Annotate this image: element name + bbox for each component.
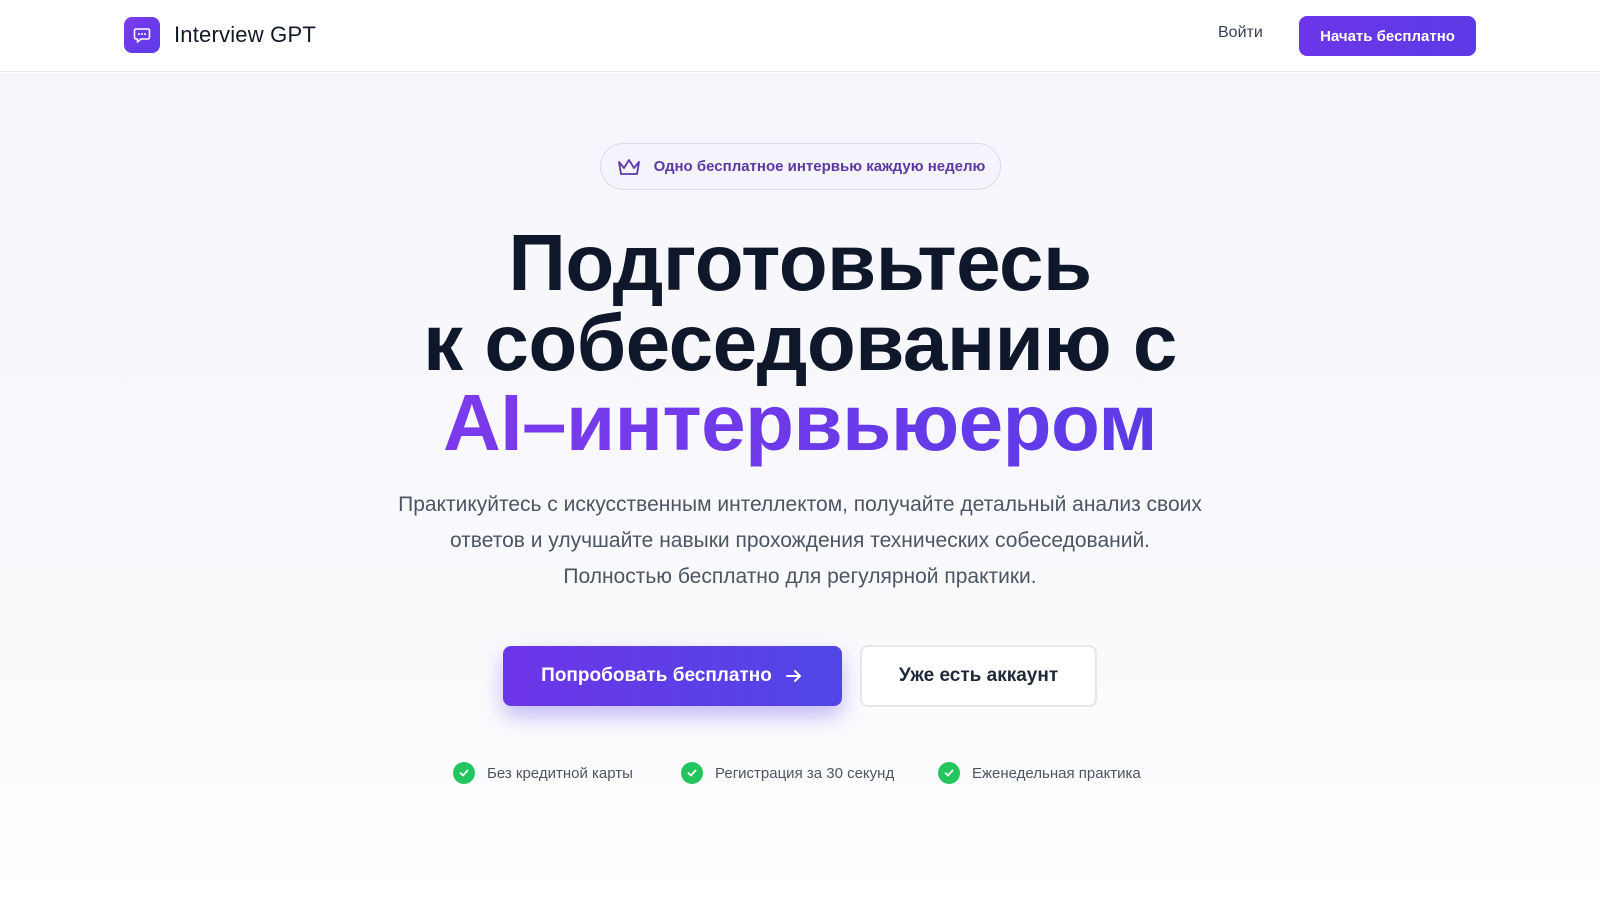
login-link[interactable]: Войти (1218, 24, 1263, 42)
feature-item: Регистрация за 30 секунд (681, 762, 894, 784)
arrow-right-icon (784, 666, 804, 686)
hero-headline: Подготовьтесь к собеседованию с AI–интер… (0, 223, 1600, 463)
brand-logo[interactable]: Interview GPT (124, 17, 316, 53)
free-interview-badge: Одно бесплатное интервью каждую неделю (600, 143, 1001, 190)
check-circle-icon (938, 762, 960, 784)
headline-accent: AI–интервьюером (442, 378, 1158, 467)
hero-section: Одно бесплатное интервью каждую неделю П… (0, 73, 1600, 900)
subtitle-line-1: Практикуйтесь с искусственным интеллекто… (398, 493, 1202, 516)
check-circle-icon (681, 762, 703, 784)
feature-item: Без кредитной карты (453, 762, 633, 784)
subtitle-line-2: ответов и улучшайте навыки прохождения т… (449, 529, 1151, 552)
top-nav: Interview GPT Войти Начать бесплатно (0, 0, 1600, 72)
subtitle-line-3: Полностью бесплатно для регулярной практ… (563, 565, 1037, 588)
feature-text: Регистрация за 30 секунд (715, 764, 895, 782)
chat-bubble-icon (124, 17, 160, 53)
check-circle-icon (453, 762, 475, 784)
headline-line-2: к собеседованию с (423, 298, 1177, 387)
badge-text: Одно бесплатное интервью каждую неделю (653, 158, 986, 175)
try-free-label: Попробовать бесплатно (541, 665, 772, 686)
brand-name: Interview GPT (174, 22, 316, 47)
crown-icon (616, 156, 642, 178)
headline-line-1: Подготовьтесь (508, 218, 1092, 307)
have-account-button[interactable]: Уже есть аккаунт (860, 645, 1097, 707)
start-free-button[interactable]: Начать бесплатно (1299, 16, 1476, 56)
feature-text: Еженедельная практика (972, 764, 1141, 782)
try-free-button[interactable]: Попробовать бесплатно (503, 646, 842, 706)
feature-item: Еженедельная практика (938, 762, 1141, 784)
features-list: Без кредитной карты Регистрация за 30 се… (0, 762, 1600, 786)
feature-text: Без кредитной карты (487, 764, 633, 782)
hero-subtitle: Практикуйтесь с искусственным интеллекто… (350, 487, 1250, 595)
